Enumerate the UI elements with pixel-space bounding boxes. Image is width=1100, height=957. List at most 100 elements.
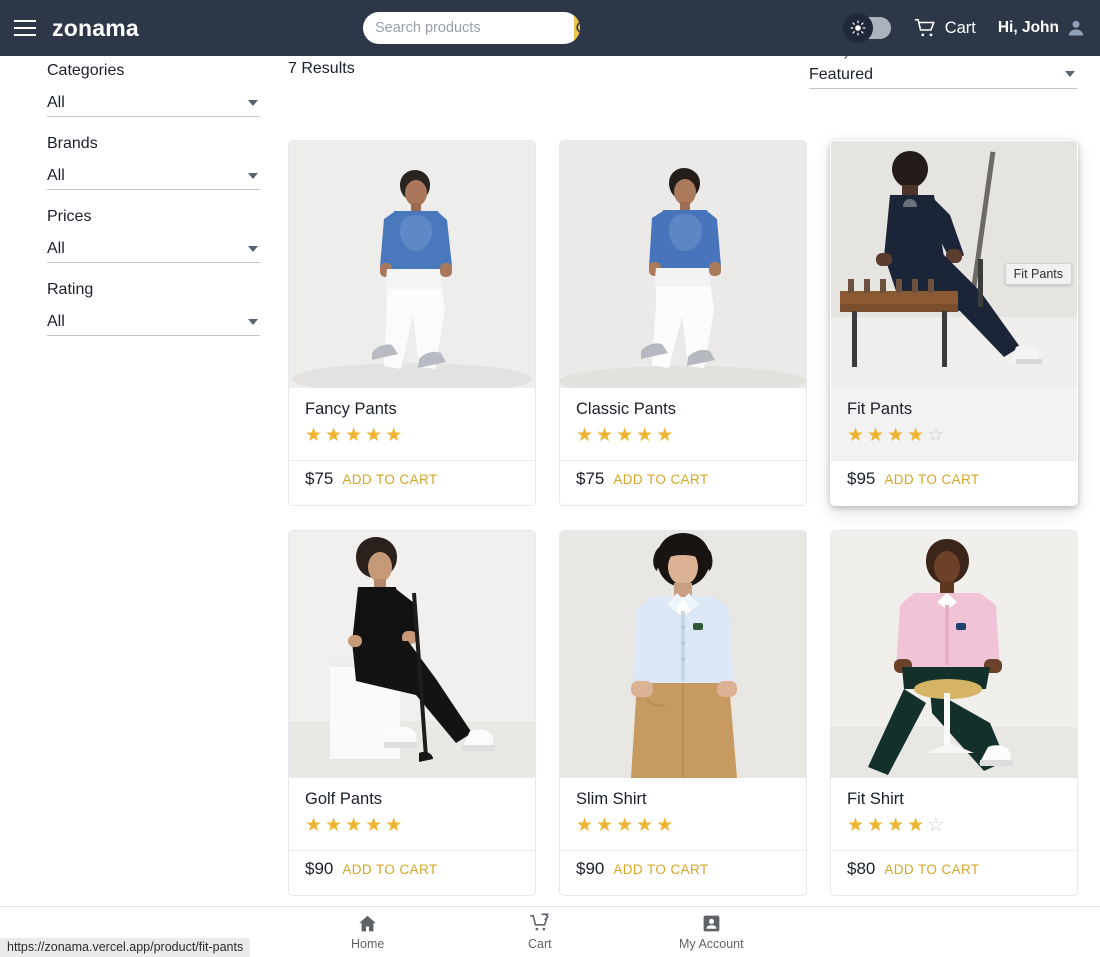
product-price: $80	[847, 859, 876, 878]
nav-label-home: Home	[351, 937, 385, 951]
site-header: zonama Search products Cart Hi, John	[0, 0, 1100, 56]
product-info: Classic Pants ★★★★★	[560, 388, 806, 460]
product-footer: $80 ADD TO CART	[831, 850, 1077, 895]
product-card[interactable]: Fit Pants Fit Pants ★★★★☆ $95 ADD TO CART	[830, 140, 1078, 506]
product-price: $75	[576, 469, 605, 488]
rating-star: ★	[385, 425, 406, 446]
nav-item-home[interactable]: Home	[351, 913, 384, 951]
rating-star: ★	[576, 425, 597, 446]
rating-star: ★	[867, 815, 888, 836]
brands-select[interactable]: All	[47, 163, 260, 190]
product-footer: $90 ADD TO CART	[560, 850, 806, 895]
product-price: $75	[305, 469, 334, 488]
search-button[interactable]	[574, 12, 580, 44]
rating-star: ★	[656, 815, 677, 836]
product-info: Golf Pants ★★★★★	[289, 778, 535, 850]
rating-value: All	[47, 313, 65, 330]
rating-star: ★	[636, 815, 657, 836]
rating-star: ★	[325, 815, 346, 836]
nav-item-cart[interactable]: Cart	[528, 913, 552, 951]
filter-label: Brands	[47, 135, 98, 152]
product-card[interactable]: Classic Pants ★★★★★ $75 ADD TO CART	[559, 140, 807, 506]
brand-logo[interactable]: zonama	[52, 15, 139, 42]
chevron-down-icon	[248, 246, 258, 252]
chevron-down-icon	[248, 100, 258, 106]
rating-star: ★	[305, 425, 326, 446]
product-title[interactable]: Fancy Pants	[305, 400, 519, 419]
rating-star: ★	[365, 425, 386, 446]
cart-link[interactable]: Cart	[913, 17, 976, 39]
product-info: Slim Shirt ★★★★★	[560, 778, 806, 850]
rating-star: ★	[305, 815, 326, 836]
product-title[interactable]: Golf Pants	[305, 790, 519, 809]
product-card[interactable]: Fancy Pants ★★★★★ $75 ADD TO CART	[288, 140, 536, 506]
user-menu[interactable]: Hi, John	[998, 18, 1086, 38]
chevron-down-icon	[1065, 71, 1075, 77]
filter-label: Categories	[47, 62, 125, 79]
product-image[interactable]	[560, 141, 806, 388]
add-to-cart-button[interactable]: ADD TO CART	[613, 472, 708, 487]
product-title[interactable]: Classic Pants	[576, 400, 790, 419]
rating-star: ★	[325, 425, 346, 446]
brands-value: All	[47, 167, 65, 184]
search-bar	[363, 12, 580, 44]
rating-star: ★	[656, 425, 677, 446]
nav-item-my-account[interactable]: My Account	[679, 913, 744, 951]
add-to-cart-button[interactable]: ADD TO CART	[613, 862, 708, 877]
product-rating: ★★★★★	[576, 426, 790, 445]
product-info: Fit Shirt ★★★★☆	[831, 778, 1077, 850]
rating-star: ★	[636, 425, 657, 446]
product-title[interactable]: Fit Shirt	[847, 790, 1061, 809]
add-to-cart-button[interactable]: ADD TO CART	[342, 862, 437, 877]
product-title[interactable]: Fit Pants	[847, 400, 1061, 419]
product-card[interactable]: Golf Pants ★★★★★ $90 ADD TO CART	[288, 530, 536, 896]
rating-star: ★	[616, 425, 637, 446]
add-to-cart-button[interactable]: ADD TO CART	[884, 472, 979, 487]
chevron-down-icon	[248, 319, 258, 325]
product-image[interactable]	[560, 531, 806, 778]
product-image[interactable]	[289, 141, 535, 388]
product-image[interactable]: Fit Pants	[831, 141, 1077, 388]
filter-brands: Brands All	[47, 135, 260, 190]
add-to-cart-button[interactable]: ADD TO CART	[342, 472, 437, 487]
search-icon	[576, 21, 580, 33]
product-card[interactable]: Fit Shirt ★★★★☆ $80 ADD TO CART	[830, 530, 1078, 896]
product-card[interactable]: Slim Shirt ★★★★★ $90 ADD TO CART	[559, 530, 807, 896]
rating-star: ★	[867, 425, 888, 446]
rating-star: ★	[576, 815, 597, 836]
product-title[interactable]: Slim Shirt	[576, 790, 790, 809]
categories-select[interactable]: All	[47, 90, 260, 117]
product-image[interactable]	[831, 531, 1077, 778]
product-footer: $90 ADD TO CART	[289, 850, 535, 895]
header-actions: Cart Hi, John	[842, 0, 1086, 56]
product-image[interactable]	[289, 531, 535, 778]
user-greeting: Hi, John	[997, 19, 1059, 36]
product-tooltip: Fit Pants	[1004, 263, 1072, 285]
add-shopping-cart-icon	[529, 913, 549, 931]
prices-select[interactable]: All	[47, 236, 260, 263]
sun-icon	[850, 20, 866, 36]
hamburger-menu-icon[interactable]	[10, 13, 40, 43]
filter-label: Prices	[47, 208, 92, 225]
filter-prices: Prices All	[47, 208, 260, 263]
product-info: Fit Pants ★★★★☆	[831, 388, 1077, 460]
theme-toggle-knob	[842, 13, 873, 43]
rating-select[interactable]: All	[47, 309, 260, 336]
rating-star: ★	[887, 815, 908, 836]
product-grid: Fancy Pants ★★★★★ $75 ADD TO CART Classic P…	[288, 140, 1100, 896]
sort-select[interactable]: Featured	[809, 61, 1077, 89]
account-box-icon	[703, 915, 720, 932]
rating-star: ★	[847, 815, 868, 836]
cart-label: Cart	[944, 18, 976, 37]
search-input[interactable]	[363, 12, 574, 44]
product-rating: ★★★★☆	[847, 426, 1061, 445]
user-avatar-icon	[1068, 20, 1084, 36]
sort-value: Featured	[809, 65, 874, 83]
rating-star: ☆	[927, 425, 948, 446]
add-to-cart-button[interactable]: ADD TO CART	[884, 862, 979, 877]
product-footer: $75 ADD TO CART	[289, 460, 535, 505]
product-info: Fancy Pants ★★★★★	[289, 388, 535, 460]
rating-star: ★	[887, 425, 908, 446]
product-price: $90	[305, 859, 334, 878]
theme-toggle[interactable]	[842, 13, 891, 43]
